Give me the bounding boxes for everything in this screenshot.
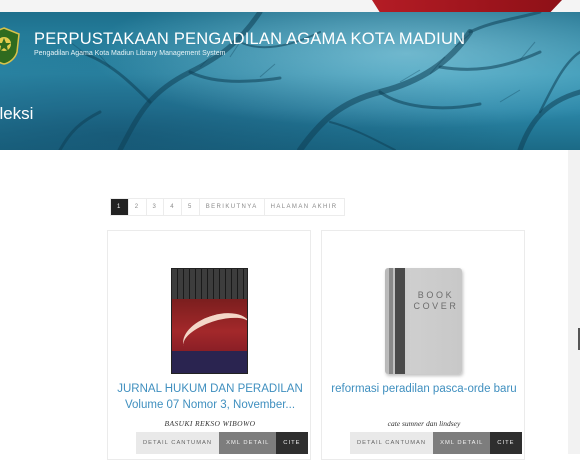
item-action-buttons: DETAIL CANTUMAN XML DETAIL CITE	[136, 432, 308, 454]
detail-cantuman-button[interactable]: DETAIL CANTUMAN	[350, 432, 434, 454]
pagination: 1 2 3 4 5 BERIKUTNYA HALAMAN AKHIR	[110, 198, 345, 216]
cover-keyboard-graphic	[172, 269, 247, 299]
detail-cantuman-button[interactable]: DETAIL CANTUMAN	[136, 432, 220, 454]
page-link-5[interactable]: 5	[182, 199, 200, 215]
top-strip	[0, 0, 580, 12]
collection-item-card: JURNAL HUKUM DAN PERADILAN Volume 07 Nom…	[107, 230, 311, 460]
collection-item-card: BOOK COVER reformasi peradilan pasca-ord…	[321, 230, 525, 460]
header-banner: PERPUSTAKAAN PENGADILAN AGAMA KOTA MADIU…	[0, 12, 580, 150]
book-spine	[395, 268, 405, 374]
section-title: oleksi	[0, 104, 34, 123]
site-subtitle: Pengadilan Agama Kota Madiun Library Man…	[34, 50, 226, 57]
top-red-accent	[372, 0, 562, 12]
right-scroll-edge	[568, 150, 580, 454]
item-author: cate sumner dan lindsey	[387, 419, 461, 428]
item-title-link[interactable]: JURNAL HUKUM DAN PERADILAN Volume 07 Nom…	[116, 381, 304, 413]
cite-button[interactable]: CITE	[490, 432, 522, 454]
cover-base-graphic	[172, 351, 247, 373]
page-link-4[interactable]: 4	[164, 199, 182, 215]
cite-button[interactable]: CITE	[276, 432, 308, 454]
book-cover-text: BOOK COVER	[413, 290, 459, 311]
page-link-3[interactable]: 3	[147, 199, 165, 215]
site-title[interactable]: PERPUSTAKAAN PENGADILAN AGAMA KOTA MADIU…	[34, 30, 465, 49]
xml-detail-button[interactable]: XML DETAIL	[219, 432, 277, 454]
xml-detail-button[interactable]: XML DETAIL	[433, 432, 491, 454]
item-action-buttons: DETAIL CANTUMAN XML DETAIL CITE	[350, 432, 522, 454]
book-spine-edge	[389, 268, 393, 374]
book-cover-placeholder[interactable]: BOOK COVER	[385, 268, 462, 374]
journal-cover-image[interactable]	[171, 268, 248, 374]
page-link-1[interactable]: 1	[111, 199, 129, 215]
court-emblem-icon[interactable]	[0, 26, 22, 66]
last-page-link[interactable]: HALAMAN AKHIR	[265, 199, 344, 215]
item-author: BASUKI REKSO WIBOWO	[164, 419, 256, 428]
item-title-link[interactable]: reformasi peradilan pasca-orde baru	[330, 381, 518, 397]
page-link-2[interactable]: 2	[129, 199, 147, 215]
next-page-link[interactable]: BERIKUTNYA	[200, 199, 265, 215]
